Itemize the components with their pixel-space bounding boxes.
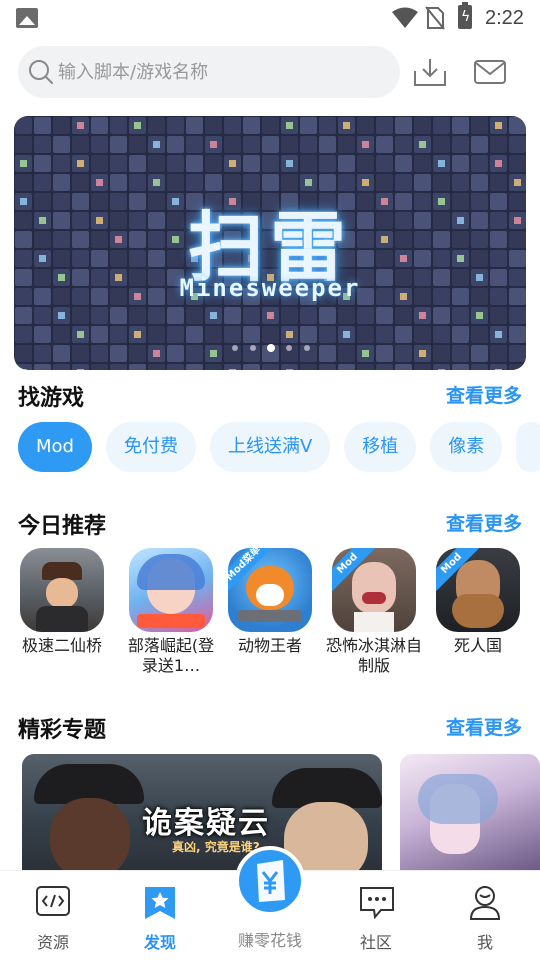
chip-port[interactable]: 移植	[344, 422, 417, 472]
app-icon-ice-scream: Mod	[332, 548, 416, 632]
category-chips: Mod 免付费 上线送满V 移植 像素	[18, 422, 540, 472]
nav-label: 社区	[359, 933, 392, 952]
mail-icon[interactable]	[474, 60, 506, 84]
mouth-art	[362, 592, 386, 604]
app-name: 动物王者	[237, 636, 302, 655]
chip-more-partial[interactable]	[516, 422, 540, 472]
nav-tab-me[interactable]: 我	[435, 871, 535, 960]
collar-art	[354, 612, 394, 632]
nav-tab-resources[interactable]: 资源	[3, 871, 103, 960]
topic-title: 诡案疑云	[142, 806, 270, 841]
detective-face-art	[50, 798, 130, 870]
topics-more-link[interactable]: 查看更多	[446, 713, 522, 740]
search-icon	[29, 60, 53, 84]
app-name: 部落崛起(登录送1…	[127, 636, 215, 675]
app-icon-animal-king: Mod菜单	[228, 548, 312, 632]
hair-art	[137, 554, 205, 590]
battery-charging-icon: ϟ	[458, 2, 472, 29]
search-input[interactable]	[58, 56, 388, 88]
carousel-dot	[232, 345, 238, 351]
download-icon[interactable]	[413, 57, 447, 87]
chip-pixel[interactable]: 像素	[430, 422, 503, 472]
face-art	[46, 578, 78, 608]
topics-title: 精彩专题	[18, 718, 107, 743]
nav-tab-discover[interactable]: 发现	[110, 871, 210, 960]
nav-label: 资源	[36, 933, 69, 952]
carousel-dot-active	[267, 344, 275, 352]
hair-art	[418, 774, 498, 824]
status-bar: ϟ 2:22	[0, 0, 540, 36]
recommend-list: 极速二仙桥 部落崛起(登录送1… Mod菜单 动物王者 Mod 恐怖冰淇淋自制版	[0, 548, 540, 678]
app-name: 死人国	[453, 636, 502, 655]
banner-carousel[interactable]: 扫雷 Minesweeper	[14, 116, 526, 370]
chip-mod[interactable]: Mod	[18, 422, 92, 472]
fox-face-art	[256, 584, 284, 606]
app-icon-dead-country: Mod	[436, 548, 520, 632]
image-notification-icon	[16, 8, 38, 28]
app-item[interactable]: 部落崛起(登录送1…	[121, 548, 221, 676]
wifi-icon	[392, 7, 418, 28]
beard-art	[452, 594, 504, 628]
yen-bag-icon	[257, 860, 285, 902]
earn-money-label: 赚零花钱	[237, 931, 302, 950]
app-item[interactable]: Mod 死人国	[428, 548, 528, 656]
app-icon-speed-bridge	[20, 548, 104, 632]
carousel-dot	[304, 345, 310, 351]
carousel-dot	[250, 345, 256, 351]
nav-label: 发现	[143, 933, 176, 952]
recommend-more-link[interactable]: 查看更多	[446, 509, 522, 536]
star-bookmark-icon	[145, 887, 175, 919]
search-bar[interactable]	[18, 46, 400, 98]
banner-subtitle: Minesweeper	[179, 274, 361, 302]
recommend-title: 今日推荐	[18, 514, 107, 539]
promo-strip-art	[137, 614, 205, 628]
app-name: 恐怖冰淇淋自制版	[325, 636, 422, 675]
chat-icon	[360, 887, 394, 919]
nav-tab-community[interactable]: 社区	[326, 871, 426, 960]
app-item[interactable]: Mod菜单 动物王者	[220, 548, 320, 656]
find-games-title: 找游戏	[18, 386, 85, 411]
app-name: 极速二仙桥	[21, 636, 102, 655]
clown-face-art	[352, 562, 396, 614]
nav-label: 我	[476, 933, 493, 952]
app-item[interactable]: 极速二仙桥	[12, 548, 112, 656]
code-icon	[36, 886, 70, 916]
topic-card[interactable]	[400, 754, 540, 870]
clock: 2:22	[485, 7, 524, 29]
coat-art	[36, 606, 88, 632]
chip-no-pay[interactable]: 免付费	[105, 422, 196, 472]
no-sim-icon	[425, 6, 445, 30]
gun-art	[238, 610, 302, 622]
topic-card[interactable]: 诡案疑云 真凶, 究竟是谁?	[22, 754, 382, 870]
app-icon-tribe-rise	[129, 548, 213, 632]
carousel-dot	[286, 345, 292, 351]
user-icon	[469, 886, 501, 920]
earn-money-button[interactable]	[235, 846, 305, 916]
chip-vip-gift[interactable]: 上线送满V	[209, 422, 331, 472]
app-item[interactable]: Mod 恐怖冰淇淋自制版	[324, 548, 424, 676]
find-games-more-link[interactable]: 查看更多	[446, 381, 522, 408]
